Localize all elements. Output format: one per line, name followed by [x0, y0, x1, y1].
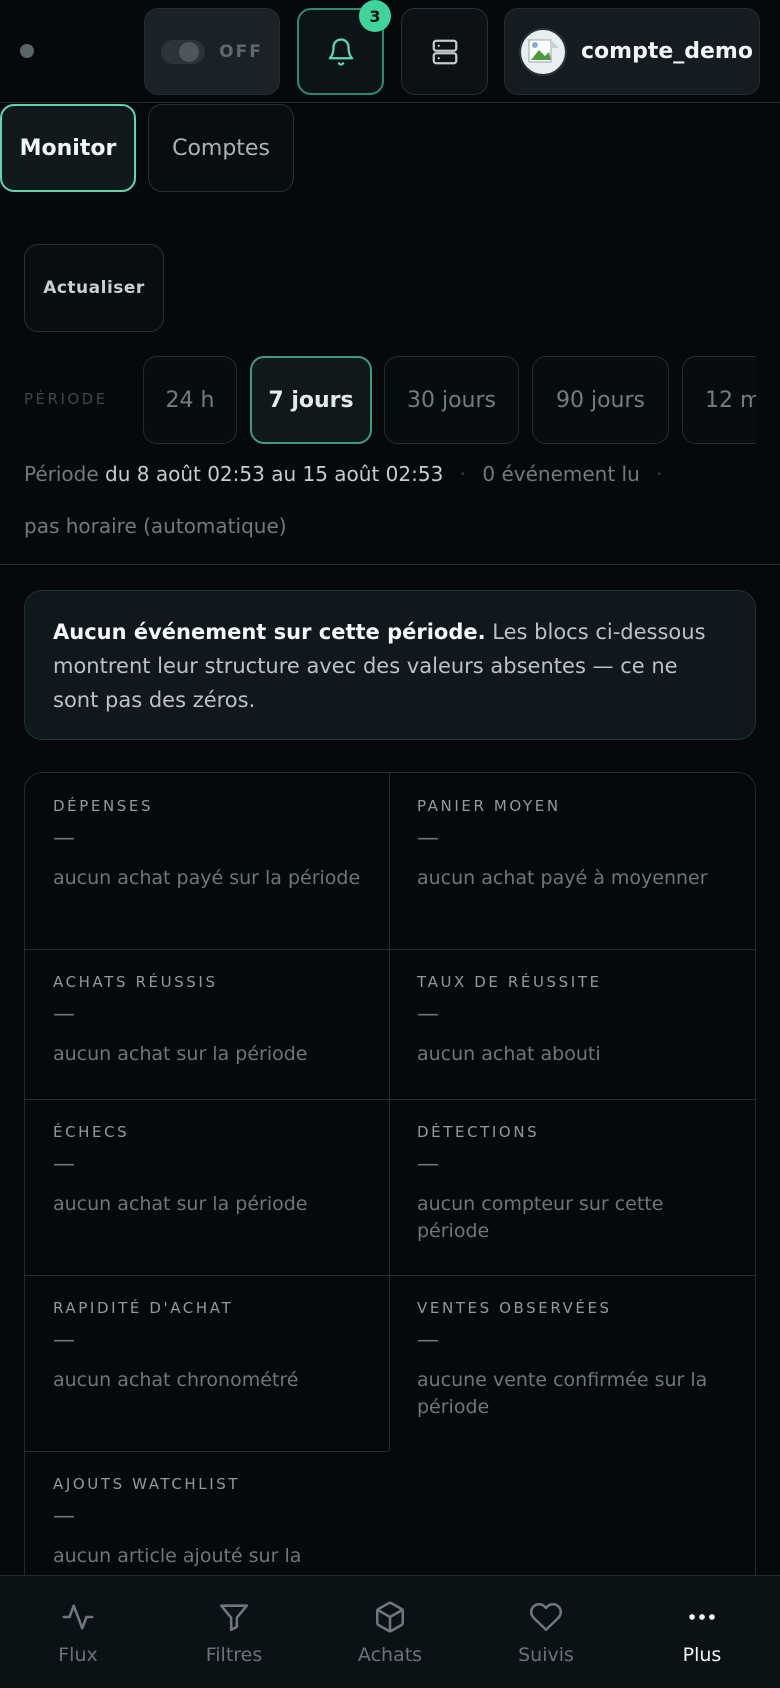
grid-line	[25, 1099, 755, 1100]
filter-icon	[219, 1603, 249, 1631]
period-info-prefix: Période	[24, 462, 99, 486]
status-dot	[20, 44, 34, 58]
metric-title: RAPIDITÉ D'ACHAT	[53, 1299, 234, 1317]
heart-icon	[529, 1602, 563, 1631]
nav-label: Suivis	[518, 1643, 574, 1666]
metric-title: AJOUTS WATCHLIST	[53, 1475, 241, 1493]
metric-value: —	[417, 1002, 439, 1027]
grid-line	[389, 773, 390, 1451]
refresh-button[interactable]: Actualiser	[24, 244, 164, 332]
metric-note: aucun compteur sur cette période	[417, 1193, 664, 1242]
tab-monitor[interactable]: Monitor	[0, 104, 136, 192]
nav-item-flux[interactable]: Flux	[0, 1576, 156, 1688]
metric-value: —	[417, 826, 439, 851]
period-range: du 8 août 02:53 au 15 août 02:53	[105, 462, 444, 486]
metric-note: aucun article ajouté sur la	[53, 1545, 302, 1567]
period-option-12-mois[interactable]: 12 mois	[682, 356, 756, 444]
nav-item-filtres[interactable]: Filtres	[156, 1576, 312, 1688]
metric-card: RAPIDITÉ D'ACHAT — aucun achat chronomét…	[25, 1275, 389, 1451]
notice-title: Aucun événement sur cette période.	[53, 620, 486, 644]
event-count: 0 événement lu	[482, 462, 640, 486]
nav-label: Plus	[682, 1643, 722, 1666]
top-bar: OFF 3 compte_demo	[0, 0, 780, 103]
bottom-nav: Flux Filtres Achats Suivis Plus	[0, 1575, 780, 1688]
grid-line	[25, 949, 755, 950]
period-info: Période du 8 août 02:53 au 15 août 02:53…	[24, 462, 673, 486]
period-option-24h[interactable]: 24 h	[143, 356, 237, 444]
metric-note: aucune vente confirmée sur la période	[417, 1369, 708, 1418]
nav-label: Filtres	[205, 1643, 263, 1666]
nav-label: Flux	[58, 1643, 98, 1666]
notification-badge: 3	[359, 0, 391, 32]
box-icon	[375, 1601, 405, 1632]
grid-line	[25, 1275, 755, 1276]
metric-card: DÉTECTIONS — aucun compteur sur cette pé…	[389, 1099, 755, 1275]
metric-value: —	[53, 1002, 75, 1027]
monitor-toggle[interactable]: OFF	[144, 8, 280, 95]
metric-card: TAUX DE RÉUSSITE — aucun achat abouti	[389, 949, 755, 1099]
avatar	[519, 27, 567, 76]
nav-label: Achats	[357, 1643, 423, 1666]
metric-title: DÉTECTIONS	[417, 1123, 540, 1141]
metric-title: DÉPENSES	[53, 797, 154, 815]
separator: ·	[656, 462, 663, 486]
metric-value: —	[417, 1152, 439, 1177]
metric-value: —	[53, 826, 75, 851]
metric-value: —	[417, 1328, 439, 1353]
metric-card: ACHATS RÉUSSIS — aucun achat sur la péri…	[25, 949, 389, 1099]
tab-comptes[interactable]: Comptes	[148, 104, 294, 192]
activity-icon	[62, 1603, 94, 1630]
metric-value: —	[53, 1504, 75, 1529]
nav-item-suivis[interactable]: Suivis	[468, 1576, 624, 1688]
metric-title: ÉCHECS	[53, 1123, 130, 1141]
server-button[interactable]	[401, 8, 488, 95]
nav-item-achats[interactable]: Achats	[312, 1576, 468, 1688]
metric-note: aucun achat payé à moyenner	[417, 867, 708, 889]
toggle-label: OFF	[219, 41, 263, 62]
period-step: pas horaire (automatique)	[24, 514, 287, 538]
server-icon	[432, 39, 457, 64]
broken-image-icon	[528, 39, 559, 62]
separator: ·	[459, 462, 467, 486]
metric-title: VENTES OBSERVÉES	[417, 1299, 612, 1317]
empty-period-notice: Aucun événement sur cette période. Les b…	[24, 590, 756, 740]
toggle-knob	[179, 41, 200, 62]
metric-value: —	[53, 1328, 75, 1353]
metric-note: aucun achat sur la période	[53, 1043, 308, 1065]
metric-note: aucun achat payé sur la période	[53, 867, 361, 889]
metric-title: PANIER MOYEN	[417, 797, 561, 815]
metric-card: PANIER MOYEN — aucun achat payé à moyenn…	[389, 773, 755, 949]
metric-note: aucun achat abouti	[417, 1043, 601, 1065]
metric-title: ACHATS RÉUSSIS	[53, 973, 218, 991]
metric-note: aucun achat sur la période	[53, 1193, 308, 1215]
period-label: PÉRIODE	[24, 390, 108, 408]
account-name: compte_demo	[581, 39, 753, 64]
metric-card: AJOUTS WATCHLIST — aucun article ajouté …	[25, 1451, 389, 1591]
toggle-switch[interactable]	[161, 39, 206, 64]
period-selector[interactable]: 24 h 7 jours 30 jours 90 jours 12 mois	[143, 356, 756, 444]
bell-icon	[328, 37, 353, 66]
period-option-30-jours[interactable]: 30 jours	[384, 356, 519, 444]
more-icon	[689, 1613, 715, 1620]
metric-card: VENTES OBSERVÉES — aucune vente confirmé…	[389, 1275, 755, 1451]
period-option-7-jours[interactable]: 7 jours	[250, 356, 372, 444]
metric-value: —	[53, 1152, 75, 1177]
period-option-90-jours[interactable]: 90 jours	[532, 356, 669, 444]
metrics-grid: DÉPENSES — aucun achat payé sur la pério…	[24, 772, 756, 1592]
account-button[interactable]: compte_demo	[504, 8, 760, 95]
metric-note: aucun achat chronométré	[53, 1369, 299, 1391]
divider	[0, 564, 780, 565]
metric-card: ÉCHECS — aucun achat sur la période	[25, 1099, 389, 1275]
metric-title: TAUX DE RÉUSSITE	[417, 973, 602, 991]
nav-item-plus[interactable]: Plus	[624, 1576, 780, 1688]
metric-card: DÉPENSES — aucun achat payé sur la pério…	[25, 773, 389, 949]
grid-line	[25, 1451, 389, 1452]
